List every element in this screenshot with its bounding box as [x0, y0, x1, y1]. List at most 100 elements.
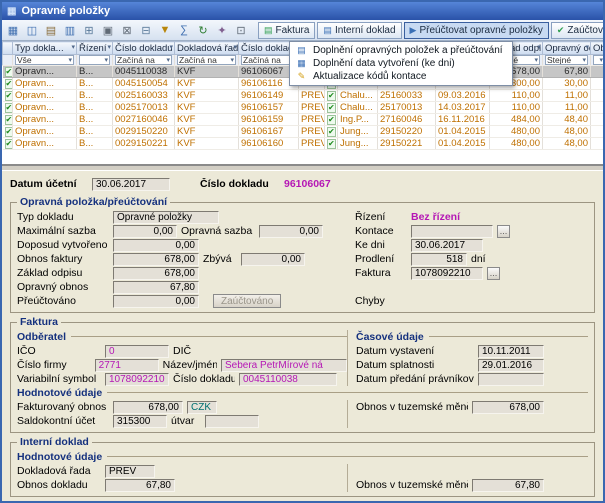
menu-item-aktualizace-kontace[interactable]: ✎Aktualizace kódů kontace	[292, 70, 510, 83]
interni-hodnotove-title: Hodnotové údaje	[17, 451, 102, 463]
row-check-cell: ✔	[3, 66, 13, 78]
datum-vystaveni-label: Datum vystavení	[356, 345, 474, 357]
doposud-vytvoreno-field[interactable]: 0,00	[113, 239, 199, 252]
zaklad-odpisu-field[interactable]: 678,00	[113, 267, 199, 280]
ico-field[interactable]: 0	[105, 345, 169, 358]
row-cell: 14.03.2017	[436, 102, 490, 114]
column-header-label: Typ dokla...	[15, 43, 64, 54]
mena-field[interactable]: CZK	[187, 401, 217, 414]
column-menu-icon[interactable]: ▾	[537, 43, 541, 51]
notes-icon[interactable]: ▤	[42, 22, 60, 39]
var-symbol-field[interactable]: 1078092210	[105, 373, 169, 386]
column-menu-icon[interactable]: ▾	[169, 43, 173, 51]
row-cell: 484,00	[490, 114, 543, 126]
table-row[interactable]: ✔Opravn...B...0029150221KVF96106160PREV✔…	[3, 138, 604, 150]
browse-grid-icon[interactable]: ▦	[4, 22, 22, 39]
columns-icon[interactable]: ▥	[61, 22, 79, 39]
row-cell: 0025160033	[113, 90, 175, 102]
obnos-dokladu-field[interactable]: 67,80	[105, 479, 175, 492]
zauctovano-button[interactable]: Zaúčtováno	[213, 294, 281, 308]
column-header-4[interactable]: Dokladová řad...▾	[175, 42, 239, 55]
zauctovat-button[interactable]: ✔Zaúčtovat návrh	[551, 22, 605, 39]
menu-item-doplneni-data[interactable]: ▦Doplnění data vytvoření (ke dni)	[292, 57, 510, 70]
filter-combo-1[interactable]: Vše▾	[15, 55, 74, 65]
fakturovany-obnos-label: Fakturovaný obnos	[17, 401, 109, 413]
settings-icon[interactable]: ⊡	[232, 22, 250, 39]
column-header-12[interactable]: Opravný odp...▾	[543, 42, 591, 55]
chevron-down-icon: ▾	[534, 56, 538, 64]
interni-obnos-tuzemska-field[interactable]: 67,80	[472, 479, 544, 492]
filter-combo-5[interactable]: Začíná na▾	[241, 55, 296, 65]
var-symbol-label: Variabilní symbol	[17, 373, 101, 385]
kontace-field[interactable]	[411, 225, 493, 238]
faktura-ref-field[interactable]: 1078092210	[411, 267, 483, 280]
nazev-field[interactable]: Sebera PetrMírové ná	[221, 359, 347, 372]
attachments-icon[interactable]: ⊞	[80, 22, 98, 39]
column-menu-icon[interactable]: ▾	[233, 43, 237, 51]
utvar-label: útvar	[171, 415, 201, 427]
column-menu-icon[interactable]: ▾	[585, 43, 589, 51]
kontace-browse-button[interactable]: …	[497, 225, 510, 238]
row-check-cell: ✔	[3, 138, 13, 150]
filter-combo-4[interactable]: Začíná na▾	[177, 55, 236, 65]
opravna-sazba-field[interactable]: 0,00	[259, 225, 323, 238]
table-row[interactable]: ✔Opravn...B...0029150220KVF96106167PREV✔…	[3, 126, 604, 138]
column-header-1[interactable]: Typ dokla... ▾	[13, 42, 77, 55]
datum-splatnosti-field[interactable]: 29.01.2016	[478, 359, 544, 372]
column-menu-icon[interactable]: ▾	[602, 43, 603, 51]
row-cell: B...	[77, 66, 113, 78]
datum-ucetni-field[interactable]: 30.06.2017	[92, 178, 170, 191]
titlebar[interactable]: ▦ Opravné položky	[2, 2, 603, 20]
faktura-browse-button[interactable]: …	[487, 267, 500, 280]
row-cell: 01.04.2015	[436, 126, 490, 138]
prodleni-field[interactable]: 518	[411, 253, 467, 266]
doposud-vytvoreno-label: Doposud vytvořeno	[17, 239, 109, 251]
sum-icon[interactable]: ∑	[175, 22, 193, 39]
filter-combo-13[interactable]: ▾	[593, 55, 603, 65]
interni-doklad-button[interactable]: ▤Interní doklad	[317, 22, 401, 39]
row-cell: PREV	[299, 102, 325, 114]
ke-dni-field[interactable]: 30.06.2017	[411, 239, 483, 252]
utvar-field[interactable]	[205, 415, 259, 428]
dokladova-rada-field[interactable]: PREV	[105, 465, 155, 478]
column-header-0[interactable]	[3, 42, 13, 55]
detail-form-icon[interactable]: ◫	[23, 22, 41, 39]
table-row[interactable]: ✔Opravn...B...0025160033KVF96106149PREV✔…	[3, 90, 604, 102]
column-header-13[interactable]: Obn...▾	[591, 42, 604, 55]
print-icon[interactable]: ▣	[99, 22, 117, 39]
column-header-3[interactable]: Číslo dokladu▾	[113, 42, 175, 55]
saldokontni-ucet-field[interactable]: 315300	[113, 415, 167, 428]
column-menu-icon[interactable]: ▾	[71, 43, 75, 51]
faktura-obnos-tuzemska-field[interactable]: 678,00	[472, 401, 544, 414]
column-header-2[interactable]: Řízení▾	[77, 42, 113, 55]
table-row[interactable]: ✔Opravn...B...0025170013KVF96106157PREV✔…	[3, 102, 604, 114]
faktura-cislo-dokladu-field[interactable]: 0045110038	[239, 373, 337, 386]
fakturovany-obnos-field[interactable]: 678,00	[113, 401, 183, 414]
preuctovat-button[interactable]: ▶Přeúčtovat opravné položky	[404, 22, 549, 39]
cislo-firmy-field[interactable]: 2771	[95, 359, 159, 372]
rebook-icon: ▶	[410, 25, 417, 36]
export-icon[interactable]: ⊠	[118, 22, 136, 39]
filter-combo-2[interactable]: ▾	[79, 55, 110, 65]
invoice-icon: ▤	[264, 25, 273, 36]
opravny-obnos-field[interactable]: 67,80	[113, 281, 199, 294]
datum-predani-field[interactable]	[478, 373, 544, 386]
menu-item-doplneni-polozek[interactable]: ▤Doplnění opravných položek a přeúčtován…	[292, 44, 510, 57]
tools-icon[interactable]: ✦	[213, 22, 231, 39]
faktura-button[interactable]: ▤Faktura	[258, 22, 315, 39]
toolbar-button-group: ▤Faktura▤Interní doklad▶Přeúčtovat oprav…	[258, 22, 605, 39]
zbyva-field[interactable]: 0,00	[241, 253, 305, 266]
filter-combo-12[interactable]: Stejné▾	[545, 55, 588, 65]
column-menu-icon[interactable]: ▾	[107, 43, 111, 51]
refresh-icon[interactable]: ↻	[194, 22, 212, 39]
filter-combo-3[interactable]: Začíná na▾	[115, 55, 172, 65]
obnos-faktury-field[interactable]: 678,00	[113, 253, 199, 266]
preuctovano-field[interactable]: 0,00	[113, 295, 199, 308]
table-row[interactable]: ✔Opravn...B...0027160046KVF96106159PREV✔…	[3, 114, 604, 126]
typ-dokladu-field[interactable]: Opravné položky	[113, 211, 219, 224]
filter-cell-0	[3, 55, 13, 66]
maximalni-sazba-field[interactable]: 0,00	[113, 225, 177, 238]
datum-vystaveni-field[interactable]: 10.11.2011	[478, 345, 544, 358]
filter-icon[interactable]: ▼	[156, 22, 174, 39]
mail-icon[interactable]: ⊟	[137, 22, 155, 39]
